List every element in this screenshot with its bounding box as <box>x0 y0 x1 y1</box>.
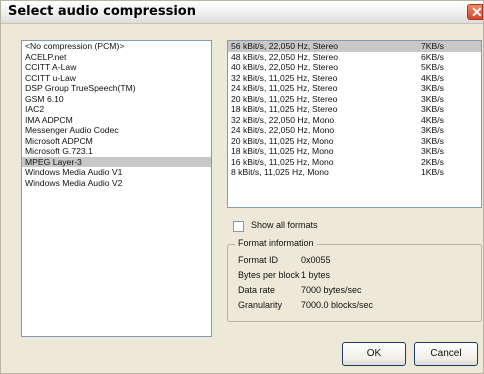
format-rate: 4KB/s <box>421 114 444 125</box>
codec-list-item[interactable]: IAC2 <box>22 104 211 115</box>
cancel-button[interactable]: Cancel <box>414 342 478 366</box>
format-description: 24 kBit/s, 22,050 Hz, Mono <box>231 125 335 135</box>
format-rate: 2KB/s <box>421 156 444 167</box>
codec-list-item[interactable]: Messenger Audio Codec <box>22 125 211 136</box>
format-description: 18 kBit/s, 11,025 Hz, Mono <box>231 146 334 156</box>
format-list-item[interactable]: 8 kBit/s, 11,025 Hz, Mono 1KB/s <box>228 167 481 178</box>
data-rate-label: Data rate <box>238 285 276 295</box>
codec-list-item[interactable]: IMA ADPCM <box>22 115 211 126</box>
format-list-item[interactable]: 32 kBit/s, 11,025 Hz, Stereo 4KB/s <box>228 73 481 84</box>
data-rate-value: 7000 bytes/sec <box>301 285 362 295</box>
format-list-item[interactable]: 18 kBit/s, 11,025 Hz, Stereo 3KB/s <box>228 104 481 115</box>
format-rate: 3KB/s <box>421 104 444 114</box>
format-id-value: 0x0055 <box>301 255 331 265</box>
format-list-item[interactable]: 32 kBit/s, 22,050 Hz, Mono 4KB/s <box>228 115 481 126</box>
format-id-label: Format ID <box>238 255 279 265</box>
format-description: 8 kBit/s, 11,025 Hz, Mono <box>231 167 329 177</box>
granularity-label: Granularity <box>238 300 283 310</box>
format-rate: 3KB/s <box>421 135 444 146</box>
codec-list-item[interactable]: Windows Media Audio V1 <box>22 167 211 178</box>
ok-button[interactable]: OK <box>342 342 406 366</box>
codec-list-item[interactable]: Microsoft ADPCM <box>22 136 211 147</box>
format-list-item[interactable]: 16 kBit/s, 11,025 Hz, Mono 2KB/s <box>228 157 481 168</box>
format-description: 20 kBit/s, 11,025 Hz, Stereo <box>231 93 338 104</box>
codec-list-item[interactable]: <No compression (PCM)> <box>22 41 211 52</box>
granularity-value: 7000.0 blocks/sec <box>301 300 374 310</box>
format-information-legend: Format information <box>235 238 317 248</box>
codec-list[interactable]: <No compression (PCM)> ACELP.net CCITT A-L… <box>21 40 212 337</box>
close-icon[interactable]: ✕ <box>467 4 483 20</box>
bytes-per-block-label: Bytes per block <box>238 270 300 280</box>
format-rate: 5KB/s <box>421 62 444 72</box>
format-list-item[interactable]: 20 kBit/s, 11,025 Hz, Stereo 3KB/s <box>228 94 481 105</box>
codec-list-item[interactable]: GSM 6.10 <box>22 94 211 105</box>
format-list[interactable]: 56 kBit/s, 22,050 Hz, Stereo 7KB/s 48 kBit… <box>227 40 482 208</box>
codec-list-item[interactable]: CCITT A-Law <box>22 62 211 73</box>
format-description: 32 kBit/s, 22,050 Hz, Mono <box>231 114 335 125</box>
codec-list-item[interactable]: Microsoft G.723.1 <box>22 146 211 157</box>
format-list-item[interactable]: 24 kBit/s, 11,025 Hz, Stereo 3KB/s <box>228 83 481 94</box>
format-rate: 1KB/s <box>421 167 444 177</box>
format-description: 40 kBit/s, 22,050 Hz, Stereo <box>231 62 339 72</box>
format-description: 18 kBit/s, 11,025 Hz, Stereo <box>231 104 338 114</box>
format-description: 32 kBit/s, 11,025 Hz, Stereo <box>231 72 338 83</box>
codec-list-item[interactable]: MPEG Layer-3 <box>22 156 211 167</box>
dialog-title: Select audio compression <box>8 4 196 19</box>
show-all-formats-checkbox[interactable] <box>233 221 244 232</box>
format-rate: 3KB/s <box>421 125 444 135</box>
show-all-formats-label: Show all formats <box>251 220 318 230</box>
format-description: 48 kBit/s, 22,050 Hz, Stereo <box>231 51 339 62</box>
codec-list-item[interactable]: CCITT u-Law <box>22 73 211 84</box>
format-rate: 7KB/s <box>421 41 444 51</box>
format-description: 20 kBit/s, 11,025 Hz, Mono <box>231 135 334 146</box>
format-description: 16 kBit/s, 11,025 Hz, Mono <box>231 156 334 167</box>
codec-list-item[interactable]: Windows Media Audio V2 <box>22 178 211 189</box>
format-list-item[interactable]: 40 kBit/s, 22,050 Hz, Stereo 5KB/s <box>228 62 481 73</box>
format-list-item[interactable]: 24 kBit/s, 22,050 Hz, Mono 3KB/s <box>228 125 481 136</box>
codec-list-item[interactable]: DSP Group TrueSpeech(TM) <box>22 83 211 94</box>
format-rate: 3KB/s <box>421 146 444 156</box>
format-list-item[interactable]: 18 kBit/s, 11,025 Hz, Mono 3KB/s <box>228 146 481 157</box>
bytes-per-block-value: 1 bytes <box>301 270 331 280</box>
format-rate: 6KB/s <box>421 51 444 62</box>
select-audio-compression-dialog: Select audio compression ✕ <No compressi… <box>0 0 484 374</box>
format-rate: 4KB/s <box>421 72 444 83</box>
format-rate: 3KB/s <box>421 93 444 104</box>
format-list-item[interactable]: 48 kBit/s, 22,050 Hz, Stereo 6KB/s <box>228 52 481 63</box>
title-bar: Select audio compression ✕ <box>1 1 483 24</box>
format-list-item[interactable]: 56 kBit/s, 22,050 Hz, Stereo 7KB/s <box>228 41 481 52</box>
format-list-item[interactable]: 20 kBit/s, 11,025 Hz, Mono 3KB/s <box>228 136 481 147</box>
format-description: 56 kBit/s, 22,050 Hz, Stereo <box>231 41 339 51</box>
format-description: 24 kBit/s, 11,025 Hz, Stereo <box>231 83 338 93</box>
format-rate: 3KB/s <box>421 83 444 93</box>
codec-list-item[interactable]: ACELP.net <box>22 52 211 63</box>
